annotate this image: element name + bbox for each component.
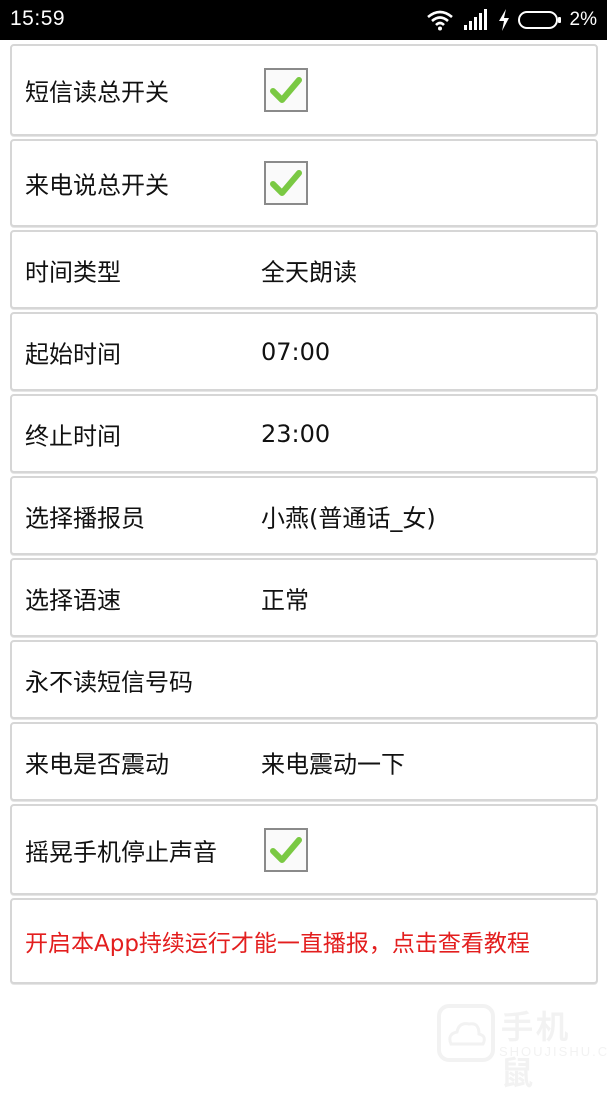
setting-value: 小燕(普通话_女) [261, 504, 436, 532]
setting-never-read-numbers[interactable]: 永不读短信号码 [10, 640, 598, 719]
sms-master-checkbox[interactable] [264, 68, 308, 112]
status-bar: 15:59 2% [0, 0, 607, 40]
watermark-sub: SHOUJISHU.COM [499, 1044, 607, 1059]
wifi-icon [426, 10, 453, 31]
setting-label: 短信读总开关 [25, 78, 169, 107]
setting-end-time[interactable]: 终止时间 23:00 [10, 394, 598, 473]
status-icons: 2% [426, 6, 597, 34]
setting-value: 来电震动一下 [261, 750, 405, 778]
setting-time-type[interactable]: 时间类型 全天朗读 [10, 230, 598, 309]
checkmark-icon [270, 77, 302, 103]
setting-value: 全天朗读 [261, 258, 357, 286]
setting-shake-to-stop[interactable]: 摇晃手机停止声音 [10, 804, 598, 895]
setting-announcer[interactable]: 选择播报员 小燕(普通话_女) [10, 476, 598, 555]
setting-label: 来电是否震动 [25, 750, 169, 778]
setting-label: 永不读短信号码 [25, 668, 193, 696]
setting-speech-rate[interactable]: 选择语速 正常 [10, 558, 598, 637]
cloud-logo-icon [437, 1004, 495, 1062]
battery-icon [517, 11, 561, 29]
charging-icon [498, 9, 509, 31]
setting-value: 07:00 [261, 337, 331, 366]
keep-running-link[interactable]: 开启本App持续运行才能一直播报，点击查看教程 [25, 924, 530, 958]
keep-running-notice[interactable]: 开启本App持续运行才能一直播报，点击查看教程 [10, 898, 598, 984]
setting-label: 来电说总开关 [25, 171, 169, 200]
setting-label: 选择语速 [25, 586, 121, 614]
setting-label: 时间类型 [25, 258, 121, 286]
setting-call-master-switch[interactable]: 来电说总开关 [10, 139, 598, 227]
setting-label: 起始时间 [25, 340, 121, 368]
status-time: 15:59 [10, 7, 66, 30]
setting-label: 终止时间 [25, 422, 121, 450]
checkmark-icon [270, 836, 302, 863]
setting-sms-master-switch[interactable]: 短信读总开关 [10, 44, 598, 136]
settings-list: 短信读总开关 来电说总开关 时间类型 全天朗读 起始时间 07:00 终止时间 … [10, 44, 598, 987]
setting-value: 正常 [261, 586, 309, 614]
watermark: 手机鼠 SHOUJISHU.COM [435, 998, 607, 1092]
setting-label: 摇晃手机停止声音 [25, 838, 217, 866]
setting-value: 23:00 [261, 419, 331, 448]
checkmark-icon [270, 170, 302, 196]
signal-icon [463, 9, 487, 30]
battery-percent: 2% [569, 9, 597, 30]
setting-start-time[interactable]: 起始时间 07:00 [10, 312, 598, 391]
setting-call-vibrate[interactable]: 来电是否震动 来电震动一下 [10, 722, 598, 801]
call-master-checkbox[interactable] [264, 161, 308, 205]
setting-label: 选择播报员 [25, 504, 145, 532]
shake-to-stop-checkbox[interactable] [264, 827, 308, 872]
